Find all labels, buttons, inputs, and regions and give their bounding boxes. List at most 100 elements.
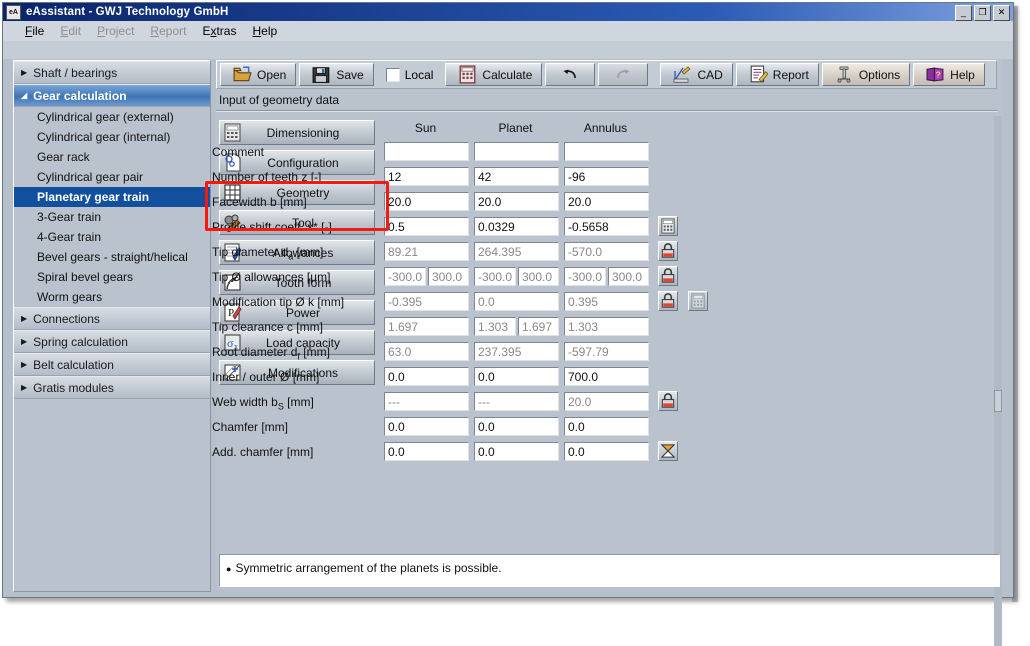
sidebar-item-planetary-gear-train[interactable]: Planetary gear train [14, 187, 210, 207]
main-panel: Open Save Local [216, 60, 1003, 590]
input-annulus-12[interactable]: 0.0 [564, 442, 649, 461]
input-annulus-9[interactable]: 700.0 [564, 367, 649, 386]
field-label-9: Inner / outer Ø [mm] [212, 370, 319, 384]
local-checkbox[interactable] [386, 68, 400, 82]
label-main: Root diameter d [212, 345, 297, 359]
app-icon: eA [6, 5, 21, 20]
tab-dimensioning[interactable]: Dimensioning [219, 120, 375, 145]
close-icon[interactable]: ✕ [993, 5, 1010, 21]
sidebar-group-gear-calculation[interactable]: ◢Gear calculation [14, 84, 210, 107]
sidebar-item-cylindrical-gear-internal-[interactable]: Cylindrical gear (internal) [14, 127, 210, 147]
title-bar: eA eAssistant - GWJ Technology GmbH _ ❐ … [3, 3, 1013, 21]
input-sun-9[interactable]: 0.0 [384, 367, 469, 386]
lock-icon-button-10[interactable] [658, 391, 678, 411]
input-planet-6: 0.0 [474, 292, 559, 311]
sidebar-item-4-gear-train[interactable]: 4-Gear train [14, 227, 210, 247]
calculator-icon-flat [689, 292, 707, 310]
open-button[interactable]: Open [220, 63, 296, 86]
lock-icon-button-4[interactable] [658, 241, 678, 261]
sidebar-item-spiral-bevel-gears[interactable]: Spiral bevel gears [14, 267, 210, 287]
input-sun-4: 89.21 [384, 242, 469, 261]
field-label-11: Chamfer [mm] [212, 420, 288, 434]
vertical-scrollbar-thumb[interactable] [994, 390, 1002, 412]
input-sun-0[interactable] [384, 142, 469, 161]
input-sun-12[interactable]: 0.0 [384, 442, 469, 461]
sidebar-group-gratis-modules[interactable]: ▶Gratis modules [14, 376, 210, 399]
input-sun-10: --- [384, 392, 469, 411]
input-planet-12[interactable]: 0.0 [474, 442, 559, 461]
input-annulus-4: -570.0 [564, 242, 649, 261]
help-book-icon: ? [926, 65, 945, 84]
input-planet-0[interactable] [474, 142, 559, 161]
input-planet-1[interactable]: 42 [474, 167, 559, 186]
sidebar-group-label: Gratis modules [33, 381, 114, 395]
lock-icon-button-6[interactable] [658, 291, 678, 311]
bullet-icon: ● [226, 564, 231, 574]
options-button[interactable]: Options [822, 63, 910, 86]
cad-button[interactable]: CAD [660, 63, 732, 86]
options-icon [835, 65, 854, 84]
input-sun-2[interactable]: 20.0 [384, 192, 469, 211]
report-button[interactable]: Report [736, 63, 819, 86]
sidebar-group-shaft-bearings[interactable]: ▶Shaft / bearings [14, 61, 210, 84]
input-sun-6: -0.395 [384, 292, 469, 311]
panel-subtitle: Input of geometry data [219, 93, 339, 107]
sidebar-group-connections[interactable]: ▶Connections [14, 307, 210, 330]
sidebar-item-gear-rack[interactable]: Gear rack [14, 147, 210, 167]
input-annulus-3[interactable]: -0.5658 [564, 217, 649, 236]
input-annulus-8: -597.79 [564, 342, 649, 361]
local-label: Local [405, 68, 434, 82]
calculator-icon [659, 217, 677, 235]
input-planet-2[interactable]: 20.0 [474, 192, 559, 211]
hourglass-icon-button-12[interactable] [658, 441, 678, 461]
input-sun-11[interactable]: 0.0 [384, 417, 469, 436]
local-checkbox-group[interactable]: Local [386, 68, 434, 82]
input-planet-9[interactable]: 0.0 [474, 367, 559, 386]
maximize-icon[interactable]: ❐ [974, 5, 991, 21]
sidebar-item-cylindrical-gear-external-[interactable]: Cylindrical gear (external) [14, 107, 210, 127]
menu-project[interactable]: Project [97, 24, 134, 38]
menu-extras[interactable]: Extras [202, 24, 236, 38]
input-annulus-10: 20.0 [564, 392, 649, 411]
calculator-icon-button-3[interactable] [658, 216, 678, 236]
options-label: Options [859, 68, 900, 82]
input-planet-11[interactable]: 0.0 [474, 417, 559, 436]
menu-file[interactable]: File [25, 24, 44, 38]
folder-open-icon [233, 65, 252, 84]
lock-icon-button-5[interactable] [658, 266, 678, 286]
input-annulus-0[interactable] [564, 142, 649, 161]
input-sun-1[interactable]: 12 [384, 167, 469, 186]
menu-edit[interactable]: Edit [60, 24, 81, 38]
sidebar-item-cylindrical-gear-pair[interactable]: Cylindrical gear pair [14, 167, 210, 187]
label-main: Tip diameter d [212, 245, 288, 259]
input-sun-3[interactable]: 0.5 [384, 217, 469, 236]
label-unit: [mm] [300, 345, 330, 359]
sidebar-group-spring-calculation[interactable]: ▶Spring calculation [14, 330, 210, 353]
undo-button[interactable] [545, 63, 595, 86]
minimize-icon[interactable]: _ [955, 5, 972, 21]
save-button[interactable]: Save [299, 63, 373, 86]
sidebar-item-3-gear-train[interactable]: 3-Gear train [14, 207, 210, 227]
sidebar-group-belt-calculation[interactable]: ▶Belt calculation [14, 353, 210, 376]
input-annulus-1[interactable]: -96 [564, 167, 649, 186]
input-planet-min-5: -300.0 [474, 267, 516, 286]
sidebar-item-label: Spiral bevel gears [37, 270, 133, 284]
input-planet-max-5: 300.0 [518, 267, 559, 286]
field-label-3: Profile shift coeff. x* [-] [212, 220, 332, 234]
redo-button[interactable] [598, 63, 648, 86]
field-label-12: Add. chamfer [mm] [212, 445, 313, 459]
help-button[interactable]: ? Help [913, 63, 985, 86]
calculator-icon [458, 65, 477, 84]
sidebar-item-worm-gears[interactable]: Worm gears [14, 287, 210, 307]
calculator-icon-flat-button-6[interactable] [688, 291, 708, 311]
chevron-right-icon: ▶ [21, 315, 27, 323]
input-annulus-max-5: 300.0 [608, 267, 649, 286]
sidebar-item-bevel-gears-straight-helical[interactable]: Bevel gears - straight/helical [14, 247, 210, 267]
menu-help[interactable]: Help [252, 24, 277, 38]
input-annulus-11[interactable]: 0.0 [564, 417, 649, 436]
input-planet-3[interactable]: 0.0329 [474, 217, 559, 236]
menu-report[interactable]: Report [150, 24, 186, 38]
calculate-button[interactable]: Calculate [445, 63, 542, 86]
input-annulus-2[interactable]: 20.0 [564, 192, 649, 211]
report-label: Report [773, 68, 809, 82]
